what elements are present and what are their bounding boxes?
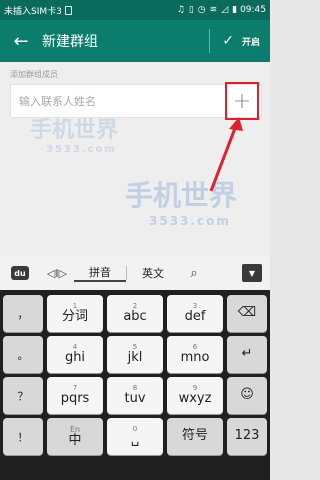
key-2[interactable]: 2 abc (107, 295, 163, 332)
page-title: 新建群组 (42, 34, 98, 50)
ime-logo-icon: du (11, 266, 29, 280)
input-method-keyboard: du ◁I▷ 拼音 英文 ⌕ ▼ ， 。 ？ ！ 1 分词 2 abc 3 def ⌫… (0, 256, 270, 480)
backspace-icon: ⌫ (237, 305, 257, 321)
section-label: 添加群组成员 (10, 70, 58, 79)
enter-icon: ↵ (241, 346, 253, 362)
sim-icon (64, 5, 72, 15)
ime-logo-button[interactable]: du (0, 256, 40, 290)
mode-english-button[interactable]: 英文 (127, 265, 179, 281)
key-9[interactable]: 9 wxyz (167, 377, 223, 414)
start-label: 开启 (241, 37, 260, 48)
key-3[interactable]: 3 def (167, 295, 223, 332)
back-button[interactable]: ← (0, 20, 42, 62)
search-icon[interactable]: ⌕ (179, 266, 209, 281)
carrier-text: 未插入SIM卡3 (4, 6, 62, 17)
vibrate-icon: ▯ (188, 5, 194, 15)
keyboard-toolbar: du ◁I▷ 拼音 英文 ⌕ ▼ (0, 256, 270, 290)
key-question[interactable]: ？ (3, 377, 43, 414)
cursor-move-button[interactable]: ◁I▷ (40, 267, 74, 280)
key-6[interactable]: 6 mno (167, 336, 223, 373)
alarm-icon: ◷ (197, 5, 206, 15)
annotation-arrow (209, 117, 243, 192)
emoji-key[interactable]: ☺ (227, 377, 267, 414)
collapse-keyboard-icon[interactable]: ▼ (242, 264, 262, 282)
start-button[interactable]: ✓ 开启 (210, 33, 270, 49)
check-icon: ✓ (222, 33, 234, 49)
status-bar: 未插入SIM卡3 ♫ ▯ ◷ ≋ ◿ ▮ 09:45 (0, 0, 270, 20)
key-8[interactable]: 8 tuv (107, 377, 163, 414)
key-5[interactable]: 5 jkl (107, 336, 163, 373)
key-exclaim[interactable]: ！ (3, 418, 43, 455)
space-key[interactable]: 0 ␣ (107, 418, 163, 455)
watermark-logo: 手机世界 3533.com (30, 118, 119, 155)
enter-key[interactable]: ↵ (227, 336, 267, 373)
key-4[interactable]: 4 ghi (47, 336, 103, 373)
battery-icon: ▮ (232, 5, 238, 15)
smiley-icon: ☺ (240, 387, 254, 403)
plus-icon: + (232, 88, 252, 114)
key-period[interactable]: 。 (3, 336, 43, 373)
screen: 未插入SIM卡3 ♫ ▯ ◷ ≋ ◿ ▮ 09:45 ← 新建群组 ✓ 开启 添… (0, 0, 270, 480)
numbers-key[interactable]: 123 (227, 418, 267, 455)
key-1[interactable]: 1 分词 (47, 295, 103, 332)
key-comma[interactable]: ， (3, 295, 43, 332)
headphone-icon: ♫ (176, 5, 185, 15)
symbol-key[interactable]: 符号 (167, 418, 223, 455)
space-icon: ␣ (130, 431, 140, 447)
app-bar: ← 新建群组 ✓ 开启 (0, 20, 270, 62)
contact-name-input[interactable] (11, 94, 261, 108)
status-time: 09:45 (240, 5, 266, 15)
key-7[interactable]: 7 pqrs (47, 377, 103, 414)
lang-switch-key[interactable]: En 中 (47, 418, 103, 455)
wifi-icon: ≋ (209, 5, 218, 15)
arrow-left-icon: ← (13, 30, 29, 52)
mode-pinyin-button[interactable]: 拼音 (74, 264, 126, 282)
backspace-key[interactable]: ⌫ (227, 295, 267, 332)
signal-icon: ◿ (221, 5, 229, 15)
